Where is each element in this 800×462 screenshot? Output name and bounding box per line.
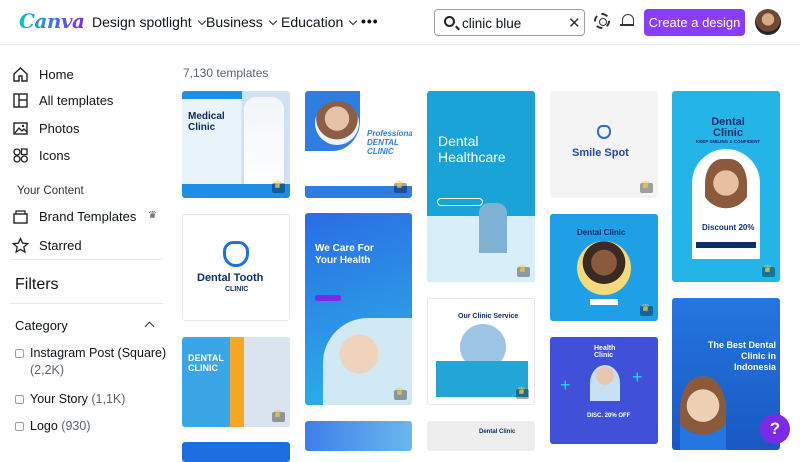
template-card[interactable]: Our Clinic Service [427, 298, 535, 405]
canva-logo[interactable]: Canva [19, 9, 85, 33]
sidebar-item-all-templates[interactable]: All templates [12, 92, 113, 109]
premium-crown-icon [640, 303, 653, 316]
template-card[interactable]: Medical Clinic [182, 91, 290, 198]
chevron-down-icon [349, 16, 358, 25]
template-card[interactable]: Dental Healthcare [427, 91, 535, 282]
premium-crown-icon [272, 409, 285, 422]
sidebar-item-starred[interactable]: Starred [11, 236, 82, 254]
premium-crown-icon [762, 264, 775, 277]
your-content-heading: Your Content [17, 185, 84, 197]
premium-crown-icon [272, 180, 285, 193]
premium-crown-icon [516, 386, 529, 399]
search-input[interactable] [462, 14, 562, 32]
premium-crown-icon [394, 387, 407, 400]
template-card[interactable]: We Care For Your Health [305, 213, 412, 405]
chevron-down-icon [197, 16, 206, 25]
premium-crown-icon [640, 180, 653, 193]
chevron-up-icon[interactable] [144, 321, 155, 332]
sidebar: Home All templates Photos Icons Your Con… [0, 46, 175, 450]
crown-icon: ♛ [148, 210, 157, 221]
clear-search-icon[interactable]: ✕ [568, 14, 581, 32]
checkbox-instagram-post[interactable] [15, 349, 24, 358]
checkbox-logo[interactable] [15, 422, 24, 431]
sidebar-item-brand-templates[interactable]: Brand Templates [12, 208, 136, 225]
photos-icon [12, 120, 29, 137]
create-design-button[interactable]: Create a design [644, 9, 745, 36]
category-logo[interactable]: Logo (930) [30, 418, 90, 435]
template-card[interactable]: Dental Clinic KEEP SMILING & CONFIDENT D… [672, 91, 780, 282]
user-avatar[interactable] [755, 9, 781, 35]
category-your-story[interactable]: Your Story (1,1K) [30, 391, 170, 408]
checkbox-your-story[interactable] [15, 395, 24, 404]
help-button[interactable]: ? [760, 414, 790, 444]
filters-heading: Filters [15, 276, 59, 293]
nav-design-spotlight[interactable]: Design spotlight [92, 14, 206, 30]
search-icon [444, 16, 455, 27]
template-card[interactable]: Dental Clinic [550, 214, 658, 321]
template-card[interactable]: Smile Spot [550, 91, 658, 198]
results-count: 7,130 templates [183, 66, 269, 80]
template-card[interactable]: DENTAL CLINIC [182, 337, 290, 427]
chevron-down-icon [268, 16, 278, 25]
templates-icon [12, 92, 29, 109]
category-heading[interactable]: Category [15, 318, 68, 333]
template-card[interactable] [305, 421, 412, 451]
sidebar-item-photos[interactable]: Photos [12, 120, 79, 137]
notifications-bell-icon[interactable] [620, 13, 634, 27]
icons-icon [12, 147, 29, 164]
sidebar-item-icons[interactable]: Icons [12, 147, 70, 164]
category-instagram-post[interactable]: Instagram Post (Square) (2,2K) [30, 345, 175, 379]
top-bar: Canva Design spotlight Business Educatio… [0, 0, 800, 45]
home-icon [12, 66, 29, 83]
settings-gear-icon[interactable] [594, 13, 610, 29]
more-menu-icon[interactable]: ••• [361, 13, 379, 29]
template-card[interactable]: Professional DENTAL CLINIC [305, 91, 412, 198]
template-card[interactable]: Dental Clinic [427, 421, 535, 451]
nav-education[interactable]: Education [281, 14, 358, 30]
template-card[interactable]: Health Clinic + + DISC. 20% OFF [550, 337, 658, 444]
search-box: ✕ [434, 9, 585, 36]
divider [10, 259, 163, 260]
template-card[interactable]: Dental Tooth CLINIC [182, 214, 290, 321]
premium-crown-icon [394, 180, 407, 193]
brand-templates-icon [12, 208, 29, 225]
sidebar-item-home[interactable]: Home [12, 66, 74, 83]
nav-business[interactable]: Business [206, 14, 278, 30]
star-icon [11, 236, 30, 254]
template-card[interactable] [182, 442, 290, 462]
divider [10, 303, 163, 304]
premium-crown-icon [517, 264, 530, 277]
